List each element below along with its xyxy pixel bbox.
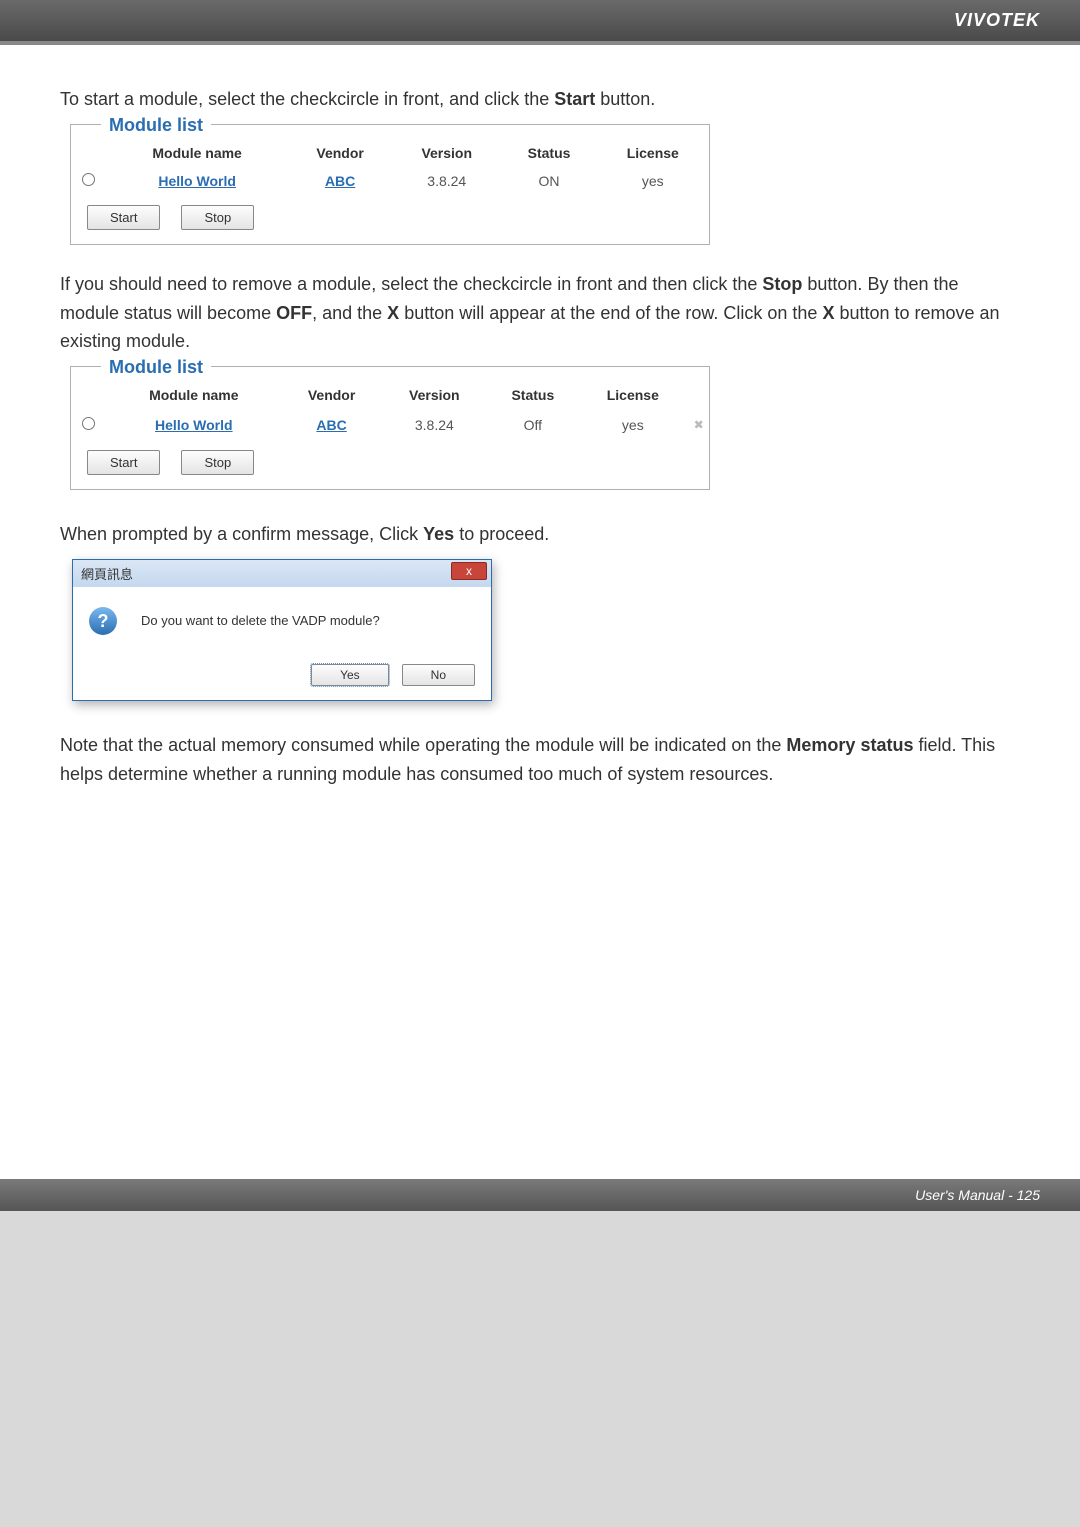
header-license: License [579, 381, 687, 409]
module-table-on: Module name Vendor Version Status Licens… [71, 139, 709, 195]
start-button[interactable]: Start [87, 205, 160, 230]
module-name-link[interactable]: Hello World [158, 173, 236, 189]
module-select-radio[interactable] [82, 417, 95, 430]
question-icon: ? [89, 607, 117, 635]
paragraph-start-module: To start a module, select the checkcircl… [60, 85, 1020, 114]
vendor-link[interactable]: ABC [316, 417, 346, 433]
header-module-name: Module name [106, 381, 282, 409]
brand-text: VIVOTEK [954, 10, 1040, 30]
header-status: Status [502, 139, 597, 167]
module-table-off: Module name Vendor Version Status Licens… [71, 381, 709, 440]
header-version: Version [382, 381, 488, 409]
dialog-close-button[interactable]: x [451, 562, 487, 580]
confirm-dialog: 網頁訊息 x ? Do you want to delete the VADP … [72, 559, 492, 701]
footer-page: 125 [1017, 1187, 1040, 1203]
license-cell: yes [597, 167, 709, 195]
paragraph-remove-module: If you should need to remove a module, s… [60, 270, 1020, 356]
dialog-title-text: 網頁訊息 [81, 567, 133, 582]
header-module-name: Module name [106, 139, 288, 167]
table-header-row: Module name Vendor Version Status Licens… [71, 381, 709, 409]
license-cell: yes [579, 409, 687, 440]
header-version: Version [392, 139, 502, 167]
status-cell: Off [487, 409, 579, 440]
table-row: Hello World ABC 3.8.24 Off yes ✖ [71, 409, 709, 440]
status-cell: ON [502, 167, 597, 195]
table-row: Hello World ABC 3.8.24 ON yes [71, 167, 709, 195]
version-cell: 3.8.24 [392, 167, 502, 195]
paragraph-confirm: When prompted by a confirm message, Clic… [60, 520, 1020, 549]
header-vendor: Vendor [288, 139, 392, 167]
dialog-titlebar: 網頁訊息 x [73, 560, 491, 587]
module-select-radio[interactable] [82, 173, 95, 186]
header-vendor: Vendor [282, 381, 382, 409]
module-list-panel-off: Module list Module name Vendor Version S… [70, 366, 710, 490]
table-header-row: Module name Vendor Version Status Licens… [71, 139, 709, 167]
start-button[interactable]: Start [87, 450, 160, 475]
page-header: VIVOTEK [0, 0, 1080, 45]
stop-button[interactable]: Stop [181, 450, 254, 475]
module-list-legend: Module list [101, 357, 211, 378]
header-license: License [597, 139, 709, 167]
module-list-panel-on: Module list Module name Vendor Version S… [70, 124, 710, 245]
dialog-message: Do you want to delete the VADP module? [141, 613, 380, 628]
module-name-link[interactable]: Hello World [155, 417, 233, 433]
module-list-legend: Module list [101, 115, 211, 136]
dialog-yes-button[interactable]: Yes [311, 664, 389, 686]
delete-module-icon[interactable]: ✖ [694, 415, 702, 434]
page-footer: User's Manual - 125 [0, 1179, 1080, 1211]
stop-button[interactable]: Stop [181, 205, 254, 230]
vendor-link[interactable]: ABC [325, 173, 355, 189]
dialog-no-button[interactable]: No [402, 664, 475, 686]
footer-label: User's Manual - [915, 1187, 1016, 1203]
version-cell: 3.8.24 [382, 409, 488, 440]
header-status: Status [487, 381, 579, 409]
paragraph-memory-note: Note that the actual memory consumed whi… [60, 731, 1020, 789]
